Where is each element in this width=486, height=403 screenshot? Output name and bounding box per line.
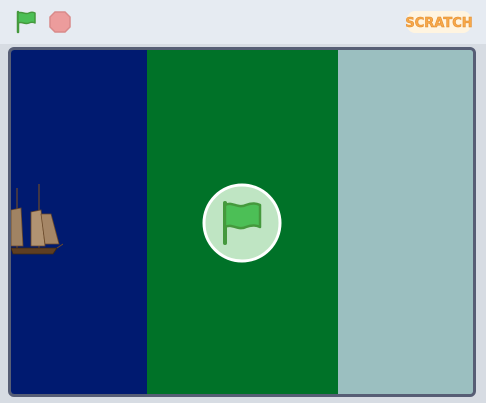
logo-text: SCRATCH xyxy=(406,16,472,31)
scratch-logo-icon: SCRATCH xyxy=(405,11,473,33)
green-flag-button[interactable] xyxy=(12,8,40,36)
player-toolbar: SCRATCH xyxy=(0,0,486,44)
start-overlay-button[interactable] xyxy=(202,183,282,263)
stop-button[interactable] xyxy=(46,8,74,36)
ship-icon xyxy=(11,184,64,255)
scratch-logo[interactable]: SCRATCH xyxy=(405,9,473,35)
ship-sprite[interactable] xyxy=(11,184,64,260)
green-flag-overlay-icon xyxy=(202,183,282,263)
stage-canvas[interactable] xyxy=(8,47,476,397)
backdrop-right-band xyxy=(338,50,473,394)
green-flag-icon xyxy=(16,10,36,34)
stop-sign-icon xyxy=(49,11,71,33)
